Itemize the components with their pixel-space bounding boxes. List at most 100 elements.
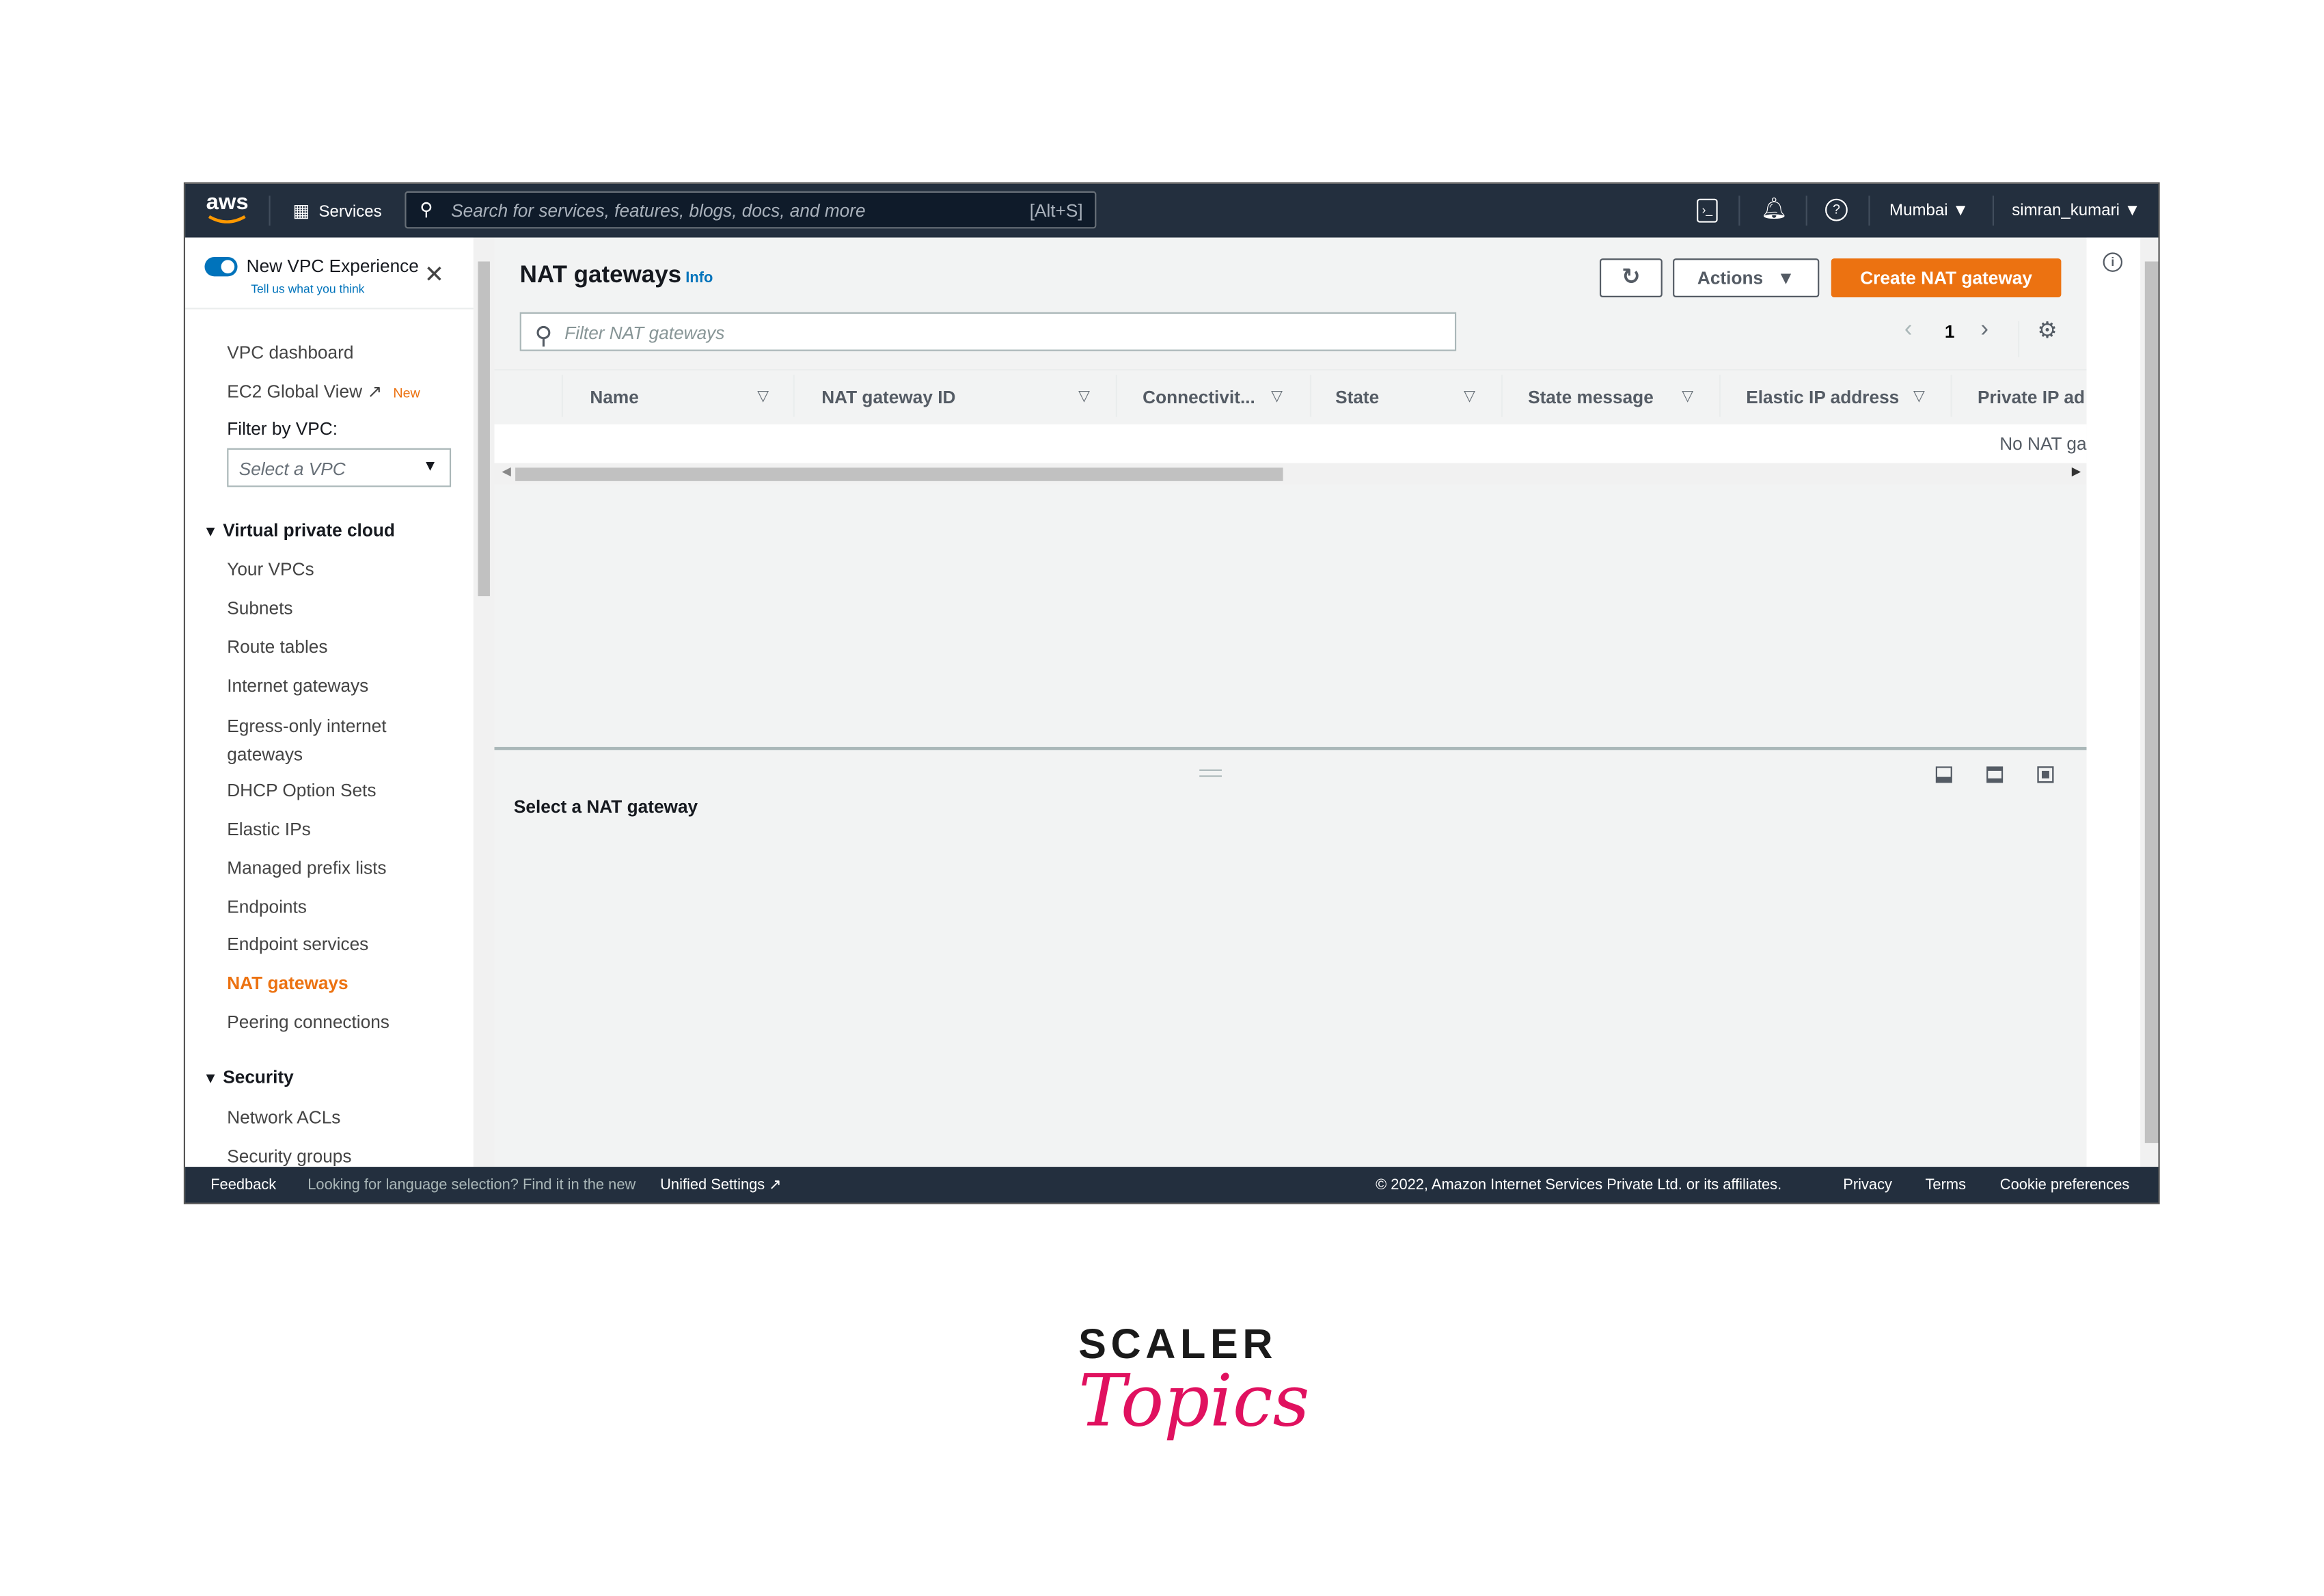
copyright: © 2022, Amazon Internet Services Private… <box>1376 1177 1782 1194</box>
search-shortcut: [Alt+S] <box>1029 200 1083 221</box>
nav-egress-only-internet-gateways[interactable]: Egress-only internet gateways <box>227 713 413 770</box>
topics-logo-text: Topics <box>1078 1360 1310 1444</box>
column-divider[interactable] <box>1309 375 1312 417</box>
sidebar-scrollbar[interactable] <box>473 237 495 1167</box>
nav-route-tables[interactable]: Route tables <box>227 636 327 658</box>
actions-button[interactable]: Actions ▼ <box>1673 258 1820 297</box>
column-divider[interactable] <box>793 375 795 417</box>
nav-elastic-ips[interactable]: Elastic IPs <box>227 819 310 840</box>
privacy-link[interactable]: Privacy <box>1843 1177 1892 1193</box>
top-navigation: aws ▦ Services ⚲ Search for services, fe… <box>185 183 2159 238</box>
browser-window: aws ▦ Services ⚲ Search for services, fe… <box>183 182 2160 1204</box>
detail-title: Select a NAT gateway <box>513 796 698 817</box>
feedback-link[interactable]: Feedback <box>210 1177 276 1193</box>
nav-endpoint-services[interactable]: Endpoint services <box>227 934 368 955</box>
filter-input[interactable]: ⚲ Filter NAT gateways <box>519 312 1457 351</box>
nav-security-groups[interactable]: Security groups <box>227 1146 351 1167</box>
section-label: Security <box>223 1066 294 1088</box>
split-full-icon[interactable] <box>2037 766 2054 783</box>
nav-subnets[interactable]: Subnets <box>227 597 292 619</box>
caret-down-icon: ▼ <box>1952 202 1969 220</box>
aws-logo[interactable]: aws <box>206 190 249 215</box>
toggle-label: New VPC Experience <box>246 255 419 277</box>
vpc-select[interactable]: Select a VPC ▼ <box>227 448 452 487</box>
column-header[interactable]: Connectivit... <box>1143 387 1255 408</box>
sort-icon[interactable]: ▽ <box>1464 388 1475 405</box>
search-icon: ⚲ <box>534 324 553 350</box>
language-notice: Looking for language selection? Find it … <box>307 1177 636 1194</box>
split-bottom-icon[interactable] <box>1935 766 1952 783</box>
username: simran_kumari <box>2012 202 2120 220</box>
column-divider[interactable] <box>1115 375 1117 417</box>
sidebar: New VPC Experience Tell us what you thin… <box>185 237 474 1167</box>
terms-link[interactable]: Terms <box>1925 1177 1966 1193</box>
search-placeholder: Search for services, features, blogs, do… <box>451 200 866 221</box>
split-side-icon[interactable] <box>1986 766 2004 783</box>
empty-state: No NAT ga <box>1999 433 2087 455</box>
nav-vpc-dashboard[interactable]: VPC dashboard <box>227 342 353 364</box>
feedback-link[interactable]: Tell us what you think <box>251 282 364 296</box>
nav-peering-connections[interactable]: Peering connections <box>227 1012 389 1033</box>
nav-network-acls[interactable]: Network ACLs <box>227 1107 340 1128</box>
nav-dhcp-option-sets[interactable]: DHCP Option Sets <box>227 780 376 801</box>
nav-nat-gateways[interactable]: NAT gateways <box>227 973 348 994</box>
cloudshell-icon[interactable]: ›_ <box>1697 198 1718 223</box>
caret-down-icon: ▼ <box>1777 267 1795 288</box>
page-title: NAT gateways <box>519 262 682 288</box>
nav-your-vpcs[interactable]: Your VPCs <box>227 558 314 580</box>
column-divider[interactable] <box>1719 375 1721 417</box>
external-link-icon: ↗ <box>367 381 383 402</box>
actions-label: Actions <box>1697 267 1764 288</box>
sort-icon[interactable]: ▽ <box>1078 388 1090 405</box>
section-vpc[interactable]: ▼ Virtual private cloud <box>203 520 395 541</box>
info-link[interactable]: Info <box>685 271 713 287</box>
nav-label: EC2 Global View <box>227 381 363 402</box>
nav-endpoints[interactable]: Endpoints <box>227 896 307 917</box>
footer: Feedback Looking for language selection?… <box>185 1167 2159 1203</box>
column-divider[interactable] <box>1950 375 1952 417</box>
nav-ec2-global-view[interactable]: EC2 Global View ↗ New <box>227 381 420 402</box>
prev-page-icon[interactable]: ‹ <box>1904 316 1913 343</box>
column-header[interactable]: Private IP ad <box>1978 387 2085 408</box>
sort-icon[interactable]: ▽ <box>757 388 769 405</box>
section-security[interactable]: ▼ Security <box>203 1067 293 1088</box>
close-icon[interactable]: ✕ <box>424 260 444 290</box>
search-icon: ⚲ <box>420 198 433 220</box>
drag-handle-icon[interactable] <box>1199 769 1222 777</box>
column-header[interactable]: State message <box>1528 387 1654 408</box>
column-header[interactable]: State <box>1335 387 1379 408</box>
column-header[interactable]: Elastic IP address <box>1746 387 1899 408</box>
column-divider[interactable] <box>1501 375 1503 417</box>
new-vpc-toggle[interactable] <box>204 256 238 277</box>
bell-icon[interactable]: 🔔︎ <box>1761 195 1788 221</box>
region-selector[interactable]: Mumbai ▼ <box>1889 202 1969 219</box>
sort-icon[interactable]: ▽ <box>1271 388 1283 405</box>
help-icon[interactable]: ? <box>1825 198 1848 221</box>
new-badge: New <box>393 385 420 401</box>
global-search[interactable]: ⚲ Search for services, features, blogs, … <box>405 191 1097 229</box>
page-scrollbar[interactable] <box>2140 237 2159 1167</box>
page-number[interactable]: 1 <box>1945 321 1955 342</box>
nav-managed-prefix-lists[interactable]: Managed prefix lists <box>227 858 386 879</box>
region-label: Mumbai <box>1889 202 1948 220</box>
create-nat-gateway-button[interactable]: Create NAT gateway <box>1831 258 2062 297</box>
unified-settings-link[interactable]: Unified Settings ↗ <box>660 1177 782 1193</box>
nav-internet-gateways[interactable]: Internet gateways <box>227 675 368 696</box>
account-menu[interactable]: simran_kumari ▼ <box>2012 202 2140 219</box>
next-page-icon[interactable]: › <box>1980 316 1988 343</box>
filter-label: Filter by VPC: <box>227 418 338 439</box>
refresh-button[interactable]: ↻ <box>1599 258 1663 297</box>
column-header[interactable]: Name <box>590 387 638 408</box>
column-header[interactable]: NAT gateway ID <box>821 387 955 408</box>
column-divider[interactable] <box>561 375 564 417</box>
settings-gear-icon[interactable]: ⚙ <box>2037 316 2057 344</box>
vpc-select-placeholder: Select a VPC <box>238 459 346 480</box>
split-panel-divider[interactable] <box>494 746 2087 750</box>
sort-icon[interactable]: ▽ <box>1913 388 1925 405</box>
info-panel-icon[interactable]: i <box>2103 252 2123 272</box>
services-menu[interactable]: ▦ Services <box>292 200 381 221</box>
sort-icon[interactable]: ▽ <box>1682 388 1693 405</box>
table-horizontal-scrollbar[interactable]: ◀ ▶ <box>494 463 2087 485</box>
external-link-icon: ↗ <box>769 1177 782 1194</box>
cookie-preferences-link[interactable]: Cookie preferences <box>2000 1177 2130 1193</box>
